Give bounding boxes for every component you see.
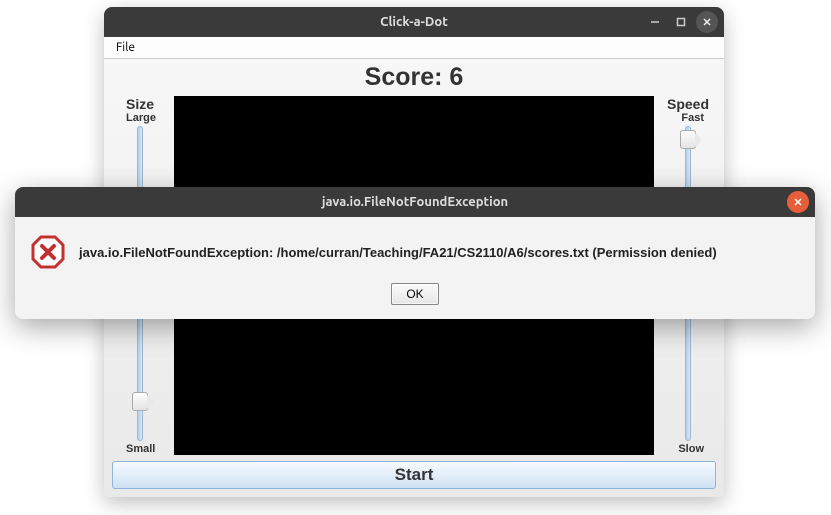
main-window-title: Click-a-Dot [104,15,724,29]
ok-button[interactable]: OK [391,283,438,305]
minimize-button[interactable] [644,11,666,33]
size-title: Size [126,96,154,112]
error-dialog: java.io.FileNotFoundException java.io.Fi… [15,187,815,319]
error-icon [31,235,65,269]
menu-file[interactable]: File [110,39,141,56]
speed-label-fast: Fast [681,112,716,124]
menubar: File [104,37,724,59]
speed-label-slow: Slow [678,443,716,455]
main-titlebar: Click-a-Dot [104,7,724,37]
window-controls [644,11,718,33]
maximize-button[interactable] [670,11,692,33]
score-label: Score: 6 [112,61,716,96]
dialog-message-row: java.io.FileNotFoundException: /home/cur… [31,235,799,269]
ok-button-label: OK [406,287,423,301]
speed-slider-thumb[interactable] [680,130,696,149]
dialog-titlebar: java.io.FileNotFoundException [15,187,815,217]
size-label-large: Large [112,112,156,124]
size-slider-thumb[interactable] [132,392,148,411]
dialog-body: java.io.FileNotFoundException: /home/cur… [15,217,815,319]
dialog-window-controls [787,191,809,213]
dialog-message: java.io.FileNotFoundException: /home/cur… [79,245,717,260]
dialog-title: java.io.FileNotFoundException [15,195,815,209]
dialog-close-button[interactable] [787,191,809,213]
start-button[interactable]: Start [112,461,716,489]
close-button[interactable] [696,11,718,33]
speed-title: Speed [667,96,709,112]
size-label-small: Small [112,443,155,455]
start-button-label: Start [395,465,434,485]
dialog-buttons: OK [31,283,799,305]
